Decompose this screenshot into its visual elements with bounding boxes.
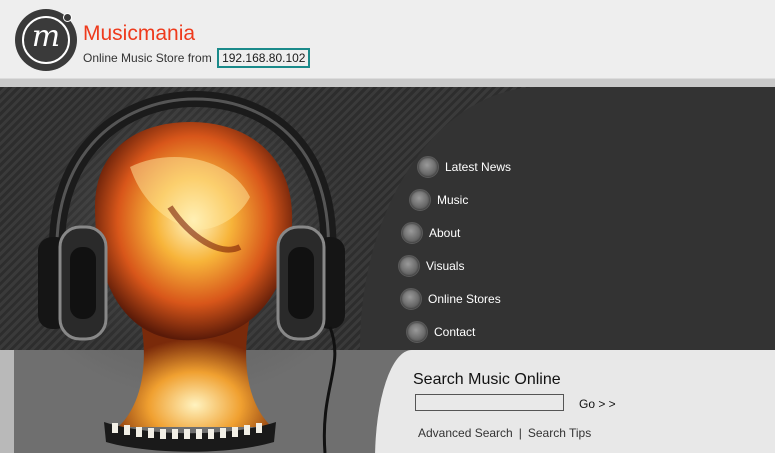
search-links: Advanced Search | Search Tips (418, 426, 591, 440)
nav-label: Music (437, 193, 469, 207)
nav-item-latest-news[interactable]: Latest News (417, 156, 511, 178)
nav-label: Visuals (426, 259, 465, 273)
nav-label: Online Stores (428, 292, 501, 306)
logo-dot (63, 13, 72, 22)
nav-label: About (429, 226, 461, 240)
header-divider (0, 79, 775, 87)
headphone-head-image (0, 87, 380, 453)
search-input[interactable] (415, 394, 564, 411)
search-tips-link[interactable]: Search Tips (528, 426, 591, 440)
nav-item-visuals[interactable]: Visuals (398, 255, 464, 277)
advanced-search-link[interactable]: Advanced Search (418, 426, 513, 440)
hero-banner (0, 87, 775, 453)
ip-address-highlight: 192.168.80.102 (217, 48, 311, 68)
nav-bullet-icon (398, 255, 420, 277)
nav-bullet-icon (409, 189, 431, 211)
go-button[interactable]: Go > > (579, 397, 616, 411)
nav-bullet-icon (400, 288, 422, 310)
link-separator: | (518, 426, 522, 440)
site-tagline: Online Music Store from 192.168.80.102 (83, 48, 311, 68)
nav-item-music[interactable]: Music (409, 189, 468, 211)
nav-item-about[interactable]: About (401, 222, 460, 244)
site-header: m Musicmania Online Music Store from 192… (0, 0, 775, 79)
tagline-text: Online Music Store from (83, 51, 212, 65)
logo-letter: m (31, 19, 61, 54)
nav-bullet-icon (406, 321, 428, 343)
site-title[interactable]: Musicmania (83, 22, 195, 46)
musicmania-logo[interactable]: m (15, 9, 77, 71)
nav-bullet-icon (401, 222, 423, 244)
nav-item-online-stores[interactable]: Online Stores (400, 288, 501, 310)
nav-item-contact[interactable]: Contact (406, 321, 475, 343)
search-heading: Search Music Online (413, 371, 561, 388)
nav-label: Latest News (445, 160, 512, 174)
nav-label: Contact (434, 325, 476, 339)
nav-bullet-icon (417, 156, 439, 178)
